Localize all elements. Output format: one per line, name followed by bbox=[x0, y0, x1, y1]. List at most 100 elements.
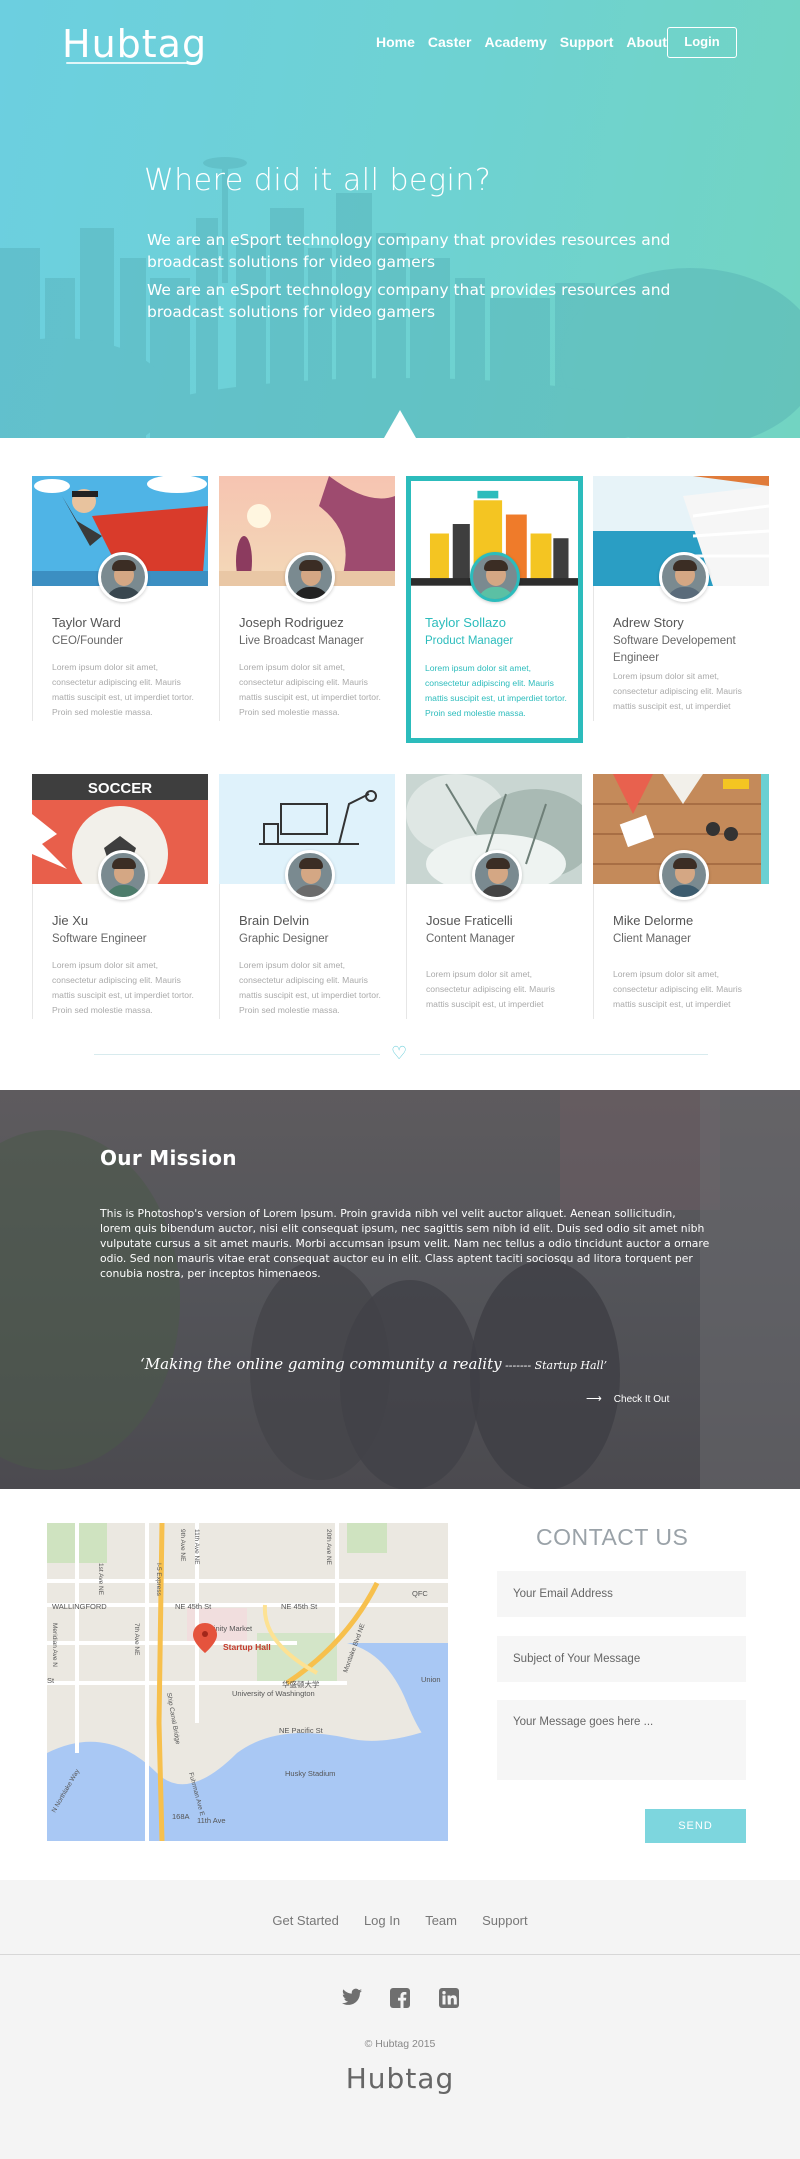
mission-body: This is Photoshop's version of Lorem Ips… bbox=[100, 1207, 710, 1280]
window-light bbox=[700, 1090, 800, 1489]
card-rule bbox=[593, 884, 594, 1019]
map-label: WALLINGFORD bbox=[52, 1602, 107, 1611]
message-field[interactable]: Your Message goes here ... bbox=[497, 1700, 746, 1780]
person-shadow bbox=[340, 1280, 480, 1489]
map-label: NE Pacific St bbox=[279, 1726, 324, 1735]
send-button[interactable]: SEND bbox=[645, 1809, 746, 1843]
map-label: Meridian Ave N bbox=[51, 1623, 58, 1667]
location-map[interactable]: WALLINGFORD NE 45th St NE 45th St Trinit… bbox=[47, 1523, 448, 1841]
team-member-role: Client Manager bbox=[613, 933, 691, 945]
brand-logo[interactable]: Hubtag bbox=[62, 22, 207, 66]
subject-field[interactable]: Subject of Your Message bbox=[497, 1636, 746, 1682]
plant-shadow bbox=[0, 1130, 180, 1470]
team-card-active[interactable]: Taylor Sollazo Product Manager Lorem ips… bbox=[406, 476, 583, 743]
person-shadow bbox=[470, 1260, 620, 1489]
footer-link-get-started[interactable]: Get Started bbox=[272, 1913, 338, 1928]
nav-caster[interactable]: Caster bbox=[428, 34, 472, 50]
hero-paragraph: We are an eSport technology company that… bbox=[147, 281, 671, 321]
team-card[interactable]: Brain Delvin Graphic Designer Lorem ipsu… bbox=[219, 774, 395, 1019]
footer-link-log-in[interactable]: Log In bbox=[364, 1913, 400, 1928]
soccer-image-text: SOCCER bbox=[88, 780, 152, 797]
team-member-desc: Lorem ipsum dolor sit amet, consectetur … bbox=[426, 969, 555, 1009]
nav-support[interactable]: Support bbox=[560, 34, 614, 50]
contact-title: CONTACT US bbox=[536, 1524, 689, 1550]
map-label: Husky Stadium bbox=[285, 1769, 335, 1778]
team-member-desc: Lorem ipsum dolor sit amet, consectetur … bbox=[52, 960, 194, 1015]
team-member-name: Adrew Story bbox=[613, 615, 684, 630]
footer-link-support[interactable]: Support bbox=[482, 1913, 528, 1928]
login-button[interactable]: Login bbox=[667, 27, 737, 58]
wall-panel bbox=[560, 1090, 720, 1210]
footer-logo[interactable]: Hubtag bbox=[0, 2062, 800, 2095]
nav-home[interactable]: Home bbox=[376, 34, 415, 50]
team-card[interactable]: Joseph Rodriguez Live Broadcast Manager … bbox=[219, 476, 395, 721]
team-member-name: Jie Xu bbox=[52, 913, 89, 928]
team-card[interactable]: Taylor Ward CEO/Founder Lorem ipsum dolo… bbox=[32, 476, 208, 721]
team-member-role: Software Engineer bbox=[52, 933, 147, 945]
map-label: University of Washington bbox=[232, 1689, 315, 1698]
avatar bbox=[98, 552, 148, 602]
team-member-desc: Lorem ipsum dolor sit amet, consectetur … bbox=[425, 663, 567, 718]
map-graphic: WALLINGFORD NE 45th St NE 45th St Trinit… bbox=[47, 1523, 448, 1841]
card-rule bbox=[219, 884, 220, 1019]
hero-notch bbox=[384, 410, 416, 438]
team-member-name: Taylor Ward bbox=[52, 615, 121, 630]
avatar bbox=[98, 850, 148, 900]
footer-links: Get Started Log In Team Support bbox=[0, 1910, 800, 1929]
team-member-role: Software Developement Engineer bbox=[613, 635, 736, 664]
linkedin-icon[interactable] bbox=[439, 1988, 459, 2008]
map-label: 1st Ave NE bbox=[97, 1563, 104, 1596]
team-card[interactable]: Mike Delorme Client Manager Lorem ipsum … bbox=[593, 774, 769, 1019]
footer-link-team[interactable]: Team bbox=[425, 1913, 457, 1928]
map-label: 20th Ave NE bbox=[325, 1529, 332, 1566]
nav-academy[interactable]: Academy bbox=[485, 34, 547, 50]
map-label: I-5 Express bbox=[155, 1563, 162, 1597]
team-card[interactable]: SOCCER Jie Xu Software Engineer Lorem ip… bbox=[32, 774, 208, 1019]
hero-section: Hubtag Home Caster Academy Support About… bbox=[0, 0, 800, 438]
quote-author: ------- Startup Hall’ bbox=[501, 1359, 608, 1372]
map-label: NE 45th St bbox=[281, 1602, 318, 1611]
team-member-name: Mike Delorme bbox=[613, 913, 694, 928]
map-label: NE 45th St bbox=[175, 1602, 212, 1611]
quote-text: ‘Making the online gaming community a re… bbox=[140, 1355, 502, 1373]
hero-paragraph: We are an eSport technology company that… bbox=[147, 231, 671, 271]
team-member-name: Brain Delvin bbox=[239, 913, 310, 928]
team-member-name: Joseph Rodriguez bbox=[239, 615, 344, 630]
map-label: Union bbox=[421, 1675, 441, 1684]
map-label: 168A bbox=[172, 1812, 190, 1821]
team-member-desc: Lorem ipsum dolor sit amet, consectetur … bbox=[239, 960, 381, 1015]
map-label: St bbox=[47, 1676, 55, 1685]
map-marker-label: Startup Hall bbox=[223, 1642, 271, 1652]
heart-icon: ♡ bbox=[391, 1043, 408, 1064]
team-member-desc: Lorem ipsum dolor sit amet, consectetur … bbox=[613, 969, 742, 1009]
team-member-desc: Lorem ipsum dolor sit amet, consectetur … bbox=[239, 662, 381, 717]
card-rule bbox=[593, 586, 594, 721]
logo-underline bbox=[66, 62, 194, 64]
card-rule bbox=[32, 884, 33, 1019]
team-member-name: Taylor Sollazo bbox=[425, 615, 506, 630]
team-card[interactable]: Josue Fraticelli Content Manager Lorem i… bbox=[406, 774, 582, 1019]
facebook-icon[interactable] bbox=[390, 1988, 410, 2008]
section-divider bbox=[420, 1054, 708, 1055]
team-member-desc: Lorem ipsum dolor sit amet, consectetur … bbox=[52, 662, 194, 717]
team-card[interactable]: Adrew Story Software Developement Engine… bbox=[593, 476, 769, 721]
avatar bbox=[470, 552, 520, 602]
email-field[interactable]: Your Email Address bbox=[497, 1571, 746, 1617]
arrow-right-icon: ⟶ bbox=[586, 1393, 602, 1405]
map-label: QFC bbox=[412, 1589, 428, 1598]
section-divider bbox=[94, 1054, 380, 1055]
team-member-desc: Lorem ipsum dolor sit amet, consectetur … bbox=[613, 671, 742, 711]
twitter-icon[interactable] bbox=[342, 1988, 362, 2006]
check-it-out-link[interactable]: ⟶ Check It Out bbox=[586, 1392, 669, 1405]
mission-section: Our Mission This is Photoshop's version … bbox=[0, 1090, 800, 1489]
hero-title: Where did it all begin? bbox=[144, 163, 492, 198]
mission-title: Our Mission bbox=[100, 1146, 237, 1170]
nav-about[interactable]: About bbox=[626, 34, 666, 50]
card-rule bbox=[406, 884, 407, 1019]
map-label: 11th Ave NE bbox=[193, 1529, 200, 1565]
map-label: 11th Ave bbox=[197, 1816, 226, 1825]
card-rule bbox=[32, 586, 33, 721]
footer-divider bbox=[0, 1954, 800, 1955]
mission-quote: ‘Making the online gaming community a re… bbox=[140, 1355, 607, 1373]
team-member-role: Content Manager bbox=[426, 933, 515, 945]
